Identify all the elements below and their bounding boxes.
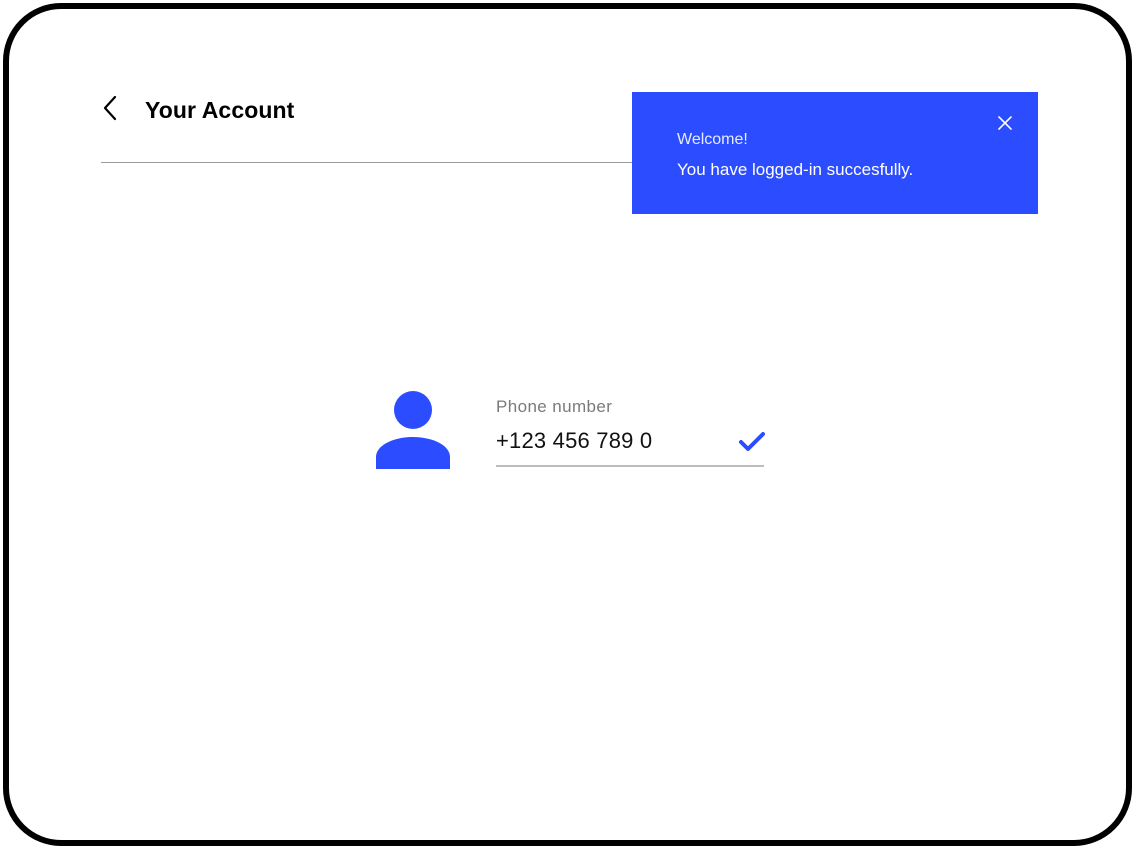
- user-icon: [376, 391, 450, 469]
- close-icon: [998, 116, 1012, 130]
- phone-label: Phone number: [496, 397, 613, 416]
- phone-value[interactable]: +123 456 789 0: [496, 427, 652, 455]
- page-title: Your Account: [145, 97, 295, 123]
- toast-message: You have logged-in succesfully.: [677, 160, 914, 179]
- back-button[interactable]: [95, 93, 125, 123]
- header-divider: [101, 162, 641, 163]
- toast-title: Welcome!: [677, 131, 748, 148]
- welcome-toast: Welcome! You have logged-in succesfully.: [632, 92, 1038, 214]
- check-icon: [739, 432, 765, 451]
- toast-close-button[interactable]: [996, 114, 1014, 132]
- avatar: [375, 389, 451, 469]
- chevron-left-icon: [103, 95, 117, 121]
- device-frame: Your Account Welcome! You have logged-in…: [3, 3, 1132, 846]
- phone-field[interactable]: Phone number +123 456 789 0: [496, 389, 765, 469]
- profile-row: Phone number +123 456 789 0: [375, 389, 795, 479]
- phone-underline: [496, 465, 764, 467]
